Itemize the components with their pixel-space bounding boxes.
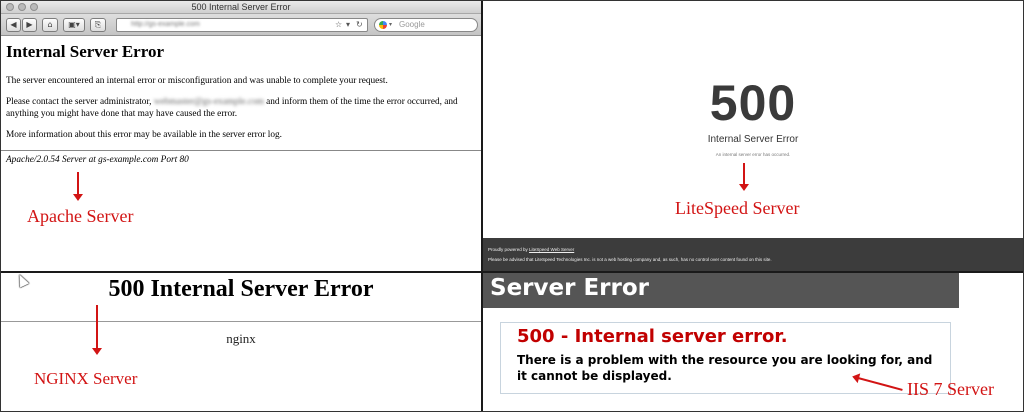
address-url: http://gs-example.com bbox=[131, 21, 200, 28]
back-arrow-icon: ◀ bbox=[10, 20, 17, 29]
admin-email: webmaster@gs-example.com bbox=[153, 97, 264, 107]
home-button[interactable]: ⌂ bbox=[42, 18, 58, 32]
apache-panel: 500 Internal Server Error ◀ ▶ ⌂ ▣▾ ⎘ htt… bbox=[0, 0, 482, 272]
bookmarks-button[interactable]: ▣▾ bbox=[63, 18, 85, 32]
iis-panel: Server Error 500 - Internal server error… bbox=[482, 272, 1024, 412]
address-bar[interactable]: http://gs-example.com ☆ ▾ ↻ bbox=[116, 18, 368, 32]
snapback-icon: ⎘ bbox=[94, 20, 102, 29]
powered-by-line: Proudly powered by LiteSpeed Web Server bbox=[488, 247, 1018, 252]
browser-titlebar: 500 Internal Server Error bbox=[0, 0, 482, 14]
browser-toolbar: ◀ ▶ ⌂ ▣▾ ⎘ http://gs-example.com ☆ ▾ ↻ ▾… bbox=[0, 14, 482, 36]
search-engine-dropdown-icon[interactable]: ▾ bbox=[389, 19, 392, 31]
snapback-button[interactable]: ⎘ bbox=[90, 18, 106, 32]
nginx-label: NGINX Server bbox=[34, 369, 138, 388]
server-name: nginx bbox=[226, 331, 256, 346]
google-icon bbox=[379, 21, 387, 29]
divider bbox=[0, 321, 482, 322]
arrow-down-icon bbox=[73, 172, 83, 201]
page-heading: Internal Server Error bbox=[6, 42, 164, 61]
search-placeholder: Google bbox=[399, 20, 425, 29]
url-dropdown-icon[interactable]: ▾ bbox=[346, 19, 350, 31]
vertical-divider bbox=[481, 0, 483, 412]
horizontal-divider bbox=[0, 271, 1024, 273]
server-signature: Apache/2.0.54 Server at gs-example.com P… bbox=[6, 155, 189, 165]
error-code: 500 bbox=[709, 75, 797, 131]
nginx-panel: 500 Internal Server Error nginx NGINX Se… bbox=[0, 272, 482, 412]
apache-label: Apache Server bbox=[27, 206, 134, 226]
back-button[interactable]: ◀ bbox=[6, 18, 21, 32]
iis-header: Server Error bbox=[482, 272, 959, 308]
window-title: 500 Internal Server Error bbox=[191, 2, 291, 12]
apache-error-page: Internal Server Error The server encount… bbox=[0, 36, 482, 169]
forward-button[interactable]: ▶ bbox=[22, 18, 37, 32]
iis-error-description: There is a problem with the resource you… bbox=[517, 353, 933, 383]
forward-arrow-icon: ▶ bbox=[26, 20, 33, 29]
litespeed-footer: Proudly powered by LiteSpeed Web Server … bbox=[482, 238, 1024, 272]
error-paragraph: The server encountered an internal error… bbox=[6, 76, 388, 86]
zoom-window-button[interactable] bbox=[30, 3, 38, 11]
minimize-window-button[interactable] bbox=[18, 3, 26, 11]
iis-label: IIS 7 Server bbox=[907, 379, 994, 399]
error-subtitle: An internal server error has occurred. bbox=[715, 152, 791, 157]
nginx-heading: 500 Internal Server Error bbox=[108, 276, 374, 302]
log-paragraph: More information about this error may be… bbox=[6, 130, 282, 140]
search-box[interactable]: ▾ Google bbox=[374, 18, 478, 32]
error-title: Internal Server Error bbox=[707, 134, 799, 145]
iis-error-title: 500 - Internal server error. bbox=[517, 326, 788, 347]
powered-by-text: Proudly powered by bbox=[488, 247, 530, 252]
bookmarks-icon: ▣▾ bbox=[68, 20, 80, 29]
litespeed-link[interactable]: LiteSpeed Web Server bbox=[529, 247, 574, 252]
reload-icon[interactable]: ↻ bbox=[356, 19, 363, 31]
contact-paragraph: Please contact the server administrator,… bbox=[6, 96, 476, 120]
arrow-down-icon bbox=[739, 163, 749, 191]
arrow-down-icon bbox=[92, 305, 102, 355]
contact-text-before: Please contact the server administrator, bbox=[6, 97, 154, 107]
divider bbox=[0, 150, 482, 151]
footer-notice: Please be advised that LiteSpeed Technol… bbox=[488, 257, 772, 262]
home-icon: ⌂ bbox=[47, 20, 53, 29]
bookmark-star-icon[interactable]: ☆ bbox=[335, 19, 342, 31]
close-window-button[interactable] bbox=[6, 3, 14, 11]
litespeed-label: LiteSpeed Server bbox=[675, 198, 800, 218]
litespeed-panel: 500 Internal Server Error An internal se… bbox=[482, 0, 1024, 272]
